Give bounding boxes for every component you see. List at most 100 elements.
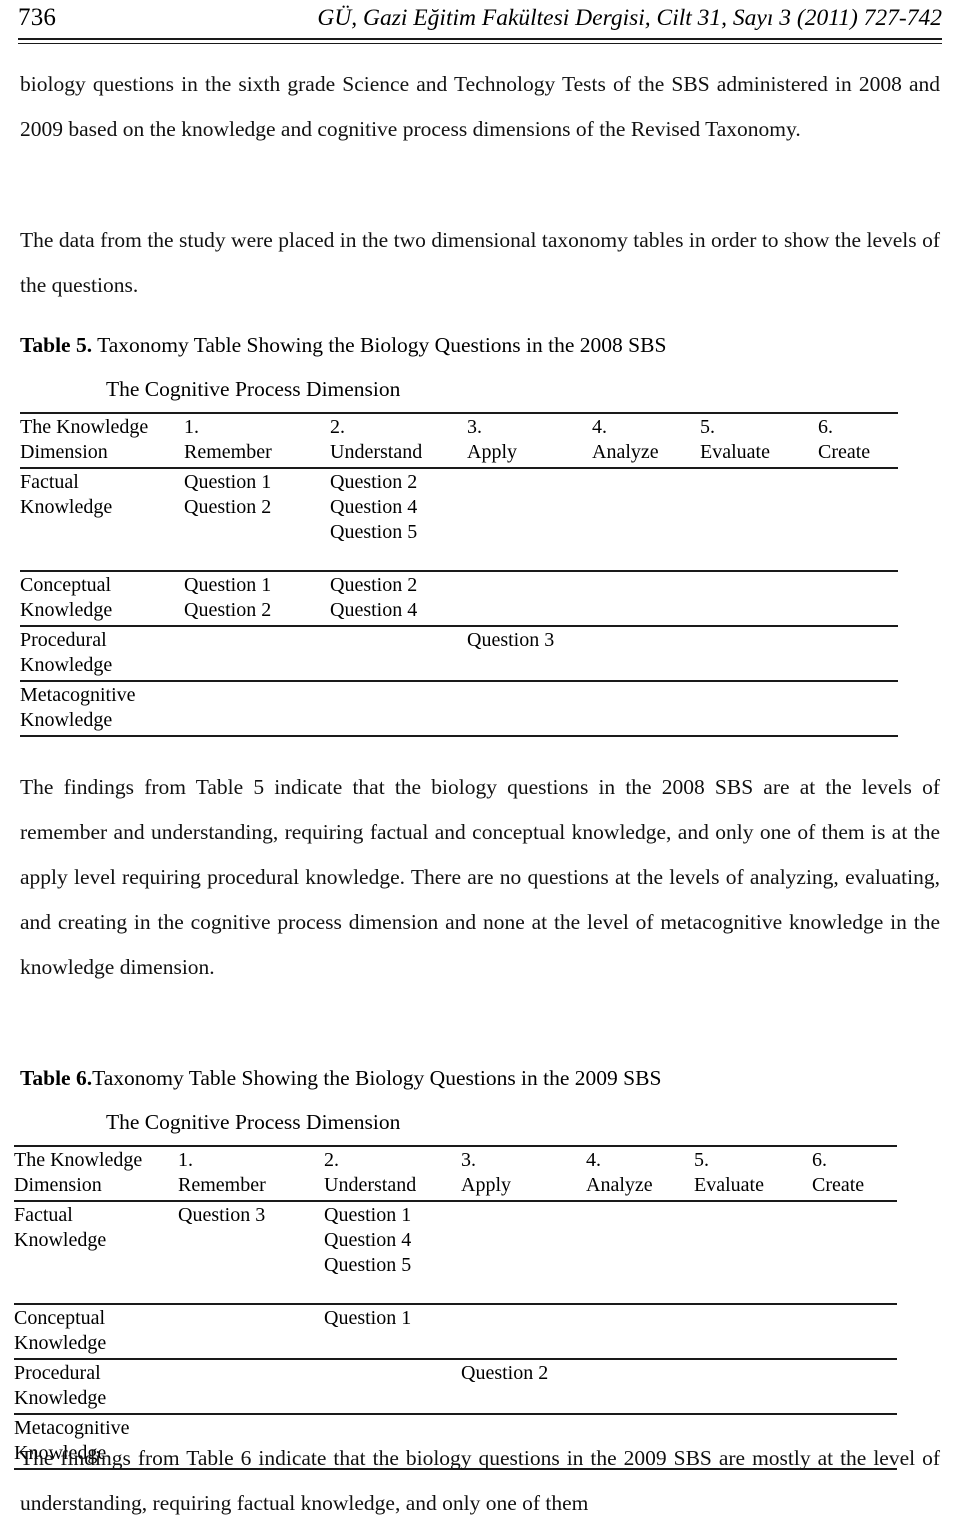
table6-cell-r3-c3: Question 2 xyxy=(461,1359,586,1415)
cell-entry: Question 2 xyxy=(461,1362,549,1384)
table5-row-label-3: Procedural Knowledge xyxy=(20,626,184,682)
table5-row-label-4: Metacognitive Knowledge xyxy=(20,681,184,737)
table5-cell-r4-c5 xyxy=(700,681,818,737)
table5-cell-r2-c5 xyxy=(700,571,818,627)
paragraph-intro: biology questions in the sixth grade Sci… xyxy=(20,62,940,152)
table5-cell-r1-c2: Question 2 Question 4 Question 5 xyxy=(330,468,467,572)
table6-cell-r1-c4 xyxy=(586,1201,694,1305)
column-name: Understand xyxy=(324,1174,417,1196)
paragraph-findings-table6-text: The findings from Table 6 indicate that … xyxy=(20,1446,940,1515)
column-number: 6. xyxy=(812,1149,827,1171)
table6-row: Conceptual Knowledge Question 1 xyxy=(14,1304,897,1360)
table5-cell-r4-c3 xyxy=(467,681,592,737)
column-name: Analyze xyxy=(592,441,659,463)
cell-entry: Question 2 xyxy=(184,599,272,621)
row-label-line-1: Procedural xyxy=(20,629,107,651)
corner-header-line-2: Dimension xyxy=(14,1174,102,1196)
table5-cell-r1-c1: Question 1 Question 2 xyxy=(184,468,330,572)
table6-cell-r2-c2: Question 1 xyxy=(324,1304,461,1360)
table5-cell-r2-c4 xyxy=(592,571,700,627)
cell-entry: Question 1 xyxy=(324,1307,412,1329)
table6-row: Procedural Knowledge Question 2 xyxy=(14,1359,897,1415)
table5-row: Conceptual Knowledge Question 1 Question 2Q… xyxy=(20,571,898,627)
column-number: 3. xyxy=(461,1149,476,1171)
table6-header-row: The Knowledge Dimension 1. Remember 2. Unders… xyxy=(14,1145,897,1202)
table6-column-header-1: 1. Remember xyxy=(178,1145,324,1202)
table5-cell-r4-c2 xyxy=(330,681,467,737)
table5-cell-r3-c1 xyxy=(184,626,330,682)
table6-corner-header: The Knowledge Dimension xyxy=(14,1145,178,1202)
table5-column-header-2: 2. Understand xyxy=(330,412,467,469)
table5-corner-header: The Knowledge Dimension xyxy=(20,412,184,469)
row-label-line-1: Conceptual xyxy=(20,574,112,596)
column-number: 3. xyxy=(467,416,482,438)
table6-column-header-2: 2. Understand xyxy=(324,1145,461,1202)
table5-column-header-1: 1. Remember xyxy=(184,412,330,469)
row-label-line-1: Conceptual xyxy=(14,1307,106,1329)
table6-cell-r1-c2: Question 1 Question 4 Question 5 xyxy=(324,1201,461,1305)
cell-entry: Question 1 xyxy=(324,1204,412,1226)
table6-cell-r2-c3 xyxy=(461,1304,586,1360)
column-number: 4. xyxy=(592,416,607,438)
cell-entry: Question 1 xyxy=(184,471,272,493)
table6-cell-r2-c1 xyxy=(178,1304,324,1360)
column-number: 4. xyxy=(586,1149,601,1171)
cell-entry: Question 4 xyxy=(330,496,418,518)
table5-subcaption: The Cognitive Process Dimension xyxy=(106,377,401,401)
column-number: 2. xyxy=(330,416,345,438)
column-number: 5. xyxy=(700,416,715,438)
cell-entry: Question 3 xyxy=(467,629,555,651)
column-number: 5. xyxy=(694,1149,709,1171)
table5-cell-r3-c3: Question 3 xyxy=(467,626,592,682)
row-label-line-2: Knowledge xyxy=(20,496,113,518)
table6-column-header-3: 3. Apply xyxy=(461,1145,586,1202)
corner-header-line-1: The Knowledge xyxy=(14,1149,143,1171)
table5-cell-r1-c5 xyxy=(700,468,818,572)
cell-entry: Question 5 xyxy=(330,521,418,543)
row-label-line-1: Metacognitive xyxy=(20,684,136,706)
table5-body: The Knowledge Dimension 1. Remember 2. Unders… xyxy=(20,412,898,737)
table6-grid: The Knowledge Dimension 1. Remember 2. Unders… xyxy=(14,1145,897,1470)
row-label-line-2: Knowledge xyxy=(14,1229,107,1251)
table5-row: Procedural Knowledge Question 3 xyxy=(20,626,898,682)
row-label-line-2: Knowledge xyxy=(14,1387,107,1409)
table6-cell-r3-c5 xyxy=(694,1359,812,1415)
row-label-line-1: Procedural xyxy=(14,1362,101,1384)
header-rule xyxy=(18,38,942,44)
column-number: 6. xyxy=(818,416,833,438)
cell-entry: Question 3 xyxy=(178,1204,266,1226)
paragraph-data-placement-text: The data from the study were placed in t… xyxy=(20,228,940,297)
table5-cell-r1-c4 xyxy=(592,468,700,572)
table5-caption-text: Taxonomy Table Showing the Biology Quest… xyxy=(92,333,667,357)
table6-row-label-1: Factual Knowledge xyxy=(14,1201,178,1305)
document-page: 736 GÜ, Gazi Eğitim Fakültesi Dergisi, C… xyxy=(0,0,960,1516)
table6-cell-r3-c1 xyxy=(178,1359,324,1415)
table6-caption: Table 6.Taxonomy Table Showing the Biolo… xyxy=(20,1063,661,1093)
table5-column-header-5: 5. Evaluate xyxy=(700,412,818,469)
table6-cell-r2-c4 xyxy=(586,1304,694,1360)
column-name: Remember xyxy=(184,441,272,463)
table5-cell-r3-c5 xyxy=(700,626,818,682)
table6-cell-r2-c6 xyxy=(812,1304,897,1360)
table6-row-label-2: Conceptual Knowledge xyxy=(14,1304,178,1360)
cell-entry: Question 4 xyxy=(330,599,418,621)
table5-cell-r2-c3 xyxy=(467,571,592,627)
table5-cell-r4-c6 xyxy=(818,681,898,737)
table5-column-header-6: 6. Create xyxy=(818,412,898,469)
row-label-line-1: Factual xyxy=(20,471,79,493)
table6-column-header-4: 4. Analyze xyxy=(586,1145,694,1202)
running-head: 736 GÜ, Gazi Eğitim Fakültesi Dergisi, C… xyxy=(18,2,942,36)
cell-entry: Question 1 xyxy=(184,574,272,596)
table6-body: The Knowledge Dimension 1. Remember 2. Unders… xyxy=(14,1145,897,1470)
table5-column-header-4: 4. Analyze xyxy=(592,412,700,469)
cell-entry: Question 2 xyxy=(330,471,418,493)
paragraph-data-placement: The data from the study were placed in t… xyxy=(20,218,940,308)
table5-row-label-1: Factual Knowledge xyxy=(20,468,184,572)
paragraph-findings-table6: The findings from Table 6 indicate that … xyxy=(20,1436,940,1526)
row-label-line-2: Knowledge xyxy=(20,709,113,731)
table6-row-label-3: Procedural Knowledge xyxy=(14,1359,178,1415)
table6-cell-r1-c6 xyxy=(812,1201,897,1305)
table5-cell-r1-c6 xyxy=(818,468,898,572)
table6-subcaption: The Cognitive Process Dimension xyxy=(106,1110,401,1134)
journal-citation: GÜ, Gazi Eğitim Fakültesi Dergisi, Cilt … xyxy=(317,5,942,31)
